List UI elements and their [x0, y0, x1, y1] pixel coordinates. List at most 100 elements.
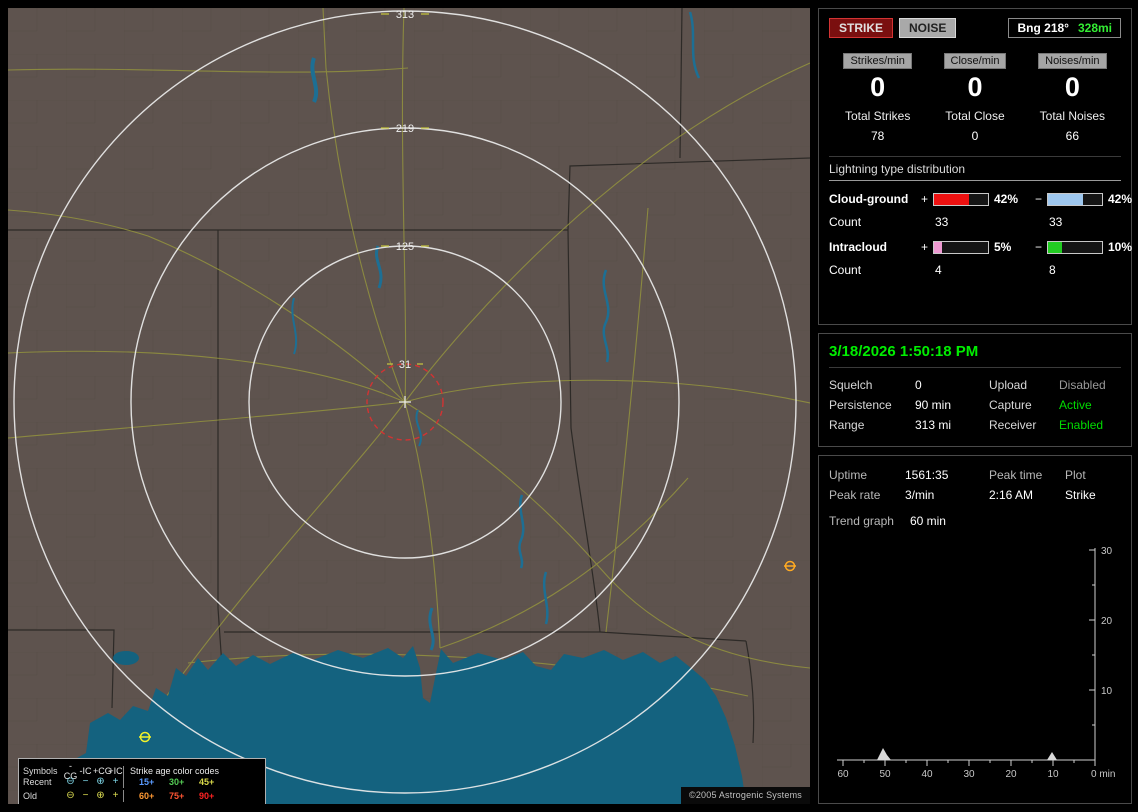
cloud-ground-label: Cloud-ground: [829, 192, 909, 206]
uptime-row: Uptime 1561:35 Peak time Plot: [829, 465, 1121, 485]
range-label: Range: [829, 418, 865, 432]
x-tick-60: 60: [837, 769, 849, 780]
ic-pos-icon: +: [112, 776, 119, 787]
ring-label-31: 31: [399, 359, 411, 371]
age-code-15: 15+: [139, 777, 155, 787]
total-close-label: Total Close: [945, 109, 1005, 123]
receiver-label: Receiver: [989, 418, 1037, 432]
trend-graph-bg: [829, 540, 1123, 786]
ic-neg-icon: −: [82, 790, 89, 801]
cg-negative-pct: 42%: [1108, 192, 1133, 206]
close-per-min-value: 0: [967, 72, 983, 102]
legend-symbols-title: Symbols: [23, 766, 58, 776]
legend-col-neg-ic: -IC: [79, 766, 92, 776]
cg-positive-bar: [933, 192, 989, 206]
x-tick-20: 20: [1005, 769, 1017, 780]
range-value: 313 mi: [915, 418, 952, 432]
ring-label-219: 219: [396, 123, 414, 135]
plus-sign: +: [921, 240, 929, 254]
close-per-min-column: Close/min 0 Total Close 0: [926, 51, 1023, 143]
cloud-ground-row: Cloud-ground + 42% − 42%: [829, 192, 1132, 206]
ic-neg-icon: −: [82, 776, 89, 787]
total-noises-value: 66: [1065, 129, 1079, 143]
distribution-title: Lightning type distribution: [829, 162, 1121, 181]
ic-positive-pct: 5%: [994, 240, 1012, 254]
legend-old-row: Old ⊖ − ⊕ + 60+ 75+ 90+: [23, 789, 261, 803]
legend-header-row: Symbols -CG -IC +CG +IC Strike age color…: [23, 761, 261, 781]
strikes-per-min-chip: Strikes/min: [843, 53, 912, 69]
minus-sign: −: [1035, 192, 1043, 206]
x-tick-50: 50: [879, 769, 891, 780]
squelch-value: 0: [915, 378, 922, 392]
noises-per-min-column: Noises/min 0 Total Noises 66: [1024, 51, 1121, 143]
peak-time-value: 2:16 AM: [989, 488, 1034, 502]
cloud-ground-count-row: Count 33 33: [829, 215, 1121, 229]
strike-stats-panel: STRIKE NOISE Bng 218° 328mi Strikes/min …: [818, 8, 1132, 325]
x-tick-0-min: 0 min: [1091, 769, 1115, 780]
receiver-status: Enabled: [1059, 418, 1104, 432]
cg-positive-count: 33: [935, 215, 949, 229]
total-strikes-value: 78: [870, 129, 885, 143]
total-strikes-label: Total Strikes: [844, 109, 911, 123]
strikes-per-min-column: Strikes/min 0 Total Strikes 78: [829, 51, 926, 143]
bearing-range-value: 328mi: [1077, 21, 1112, 35]
legend-col-pos-ic: +IC: [108, 766, 123, 776]
age-code-75: 75+: [169, 791, 185, 801]
ic-positive-bar: [933, 240, 989, 254]
bearing-value: Bng 218°: [1017, 21, 1069, 35]
plot-value: Strike: [1065, 488, 1096, 502]
uptime-label: Uptime: [829, 468, 868, 482]
trend-graph-label: Trend graph: [829, 514, 894, 528]
noises-per-min-value: 0: [1064, 72, 1080, 102]
lightning-distribution-section: Lightning type distribution Cloud-ground…: [829, 156, 1132, 277]
cg-neg-icon: ⊖: [66, 776, 75, 787]
trend-panel: Uptime 1561:35 Peak time Plot Peak rate …: [818, 455, 1132, 804]
plus-sign: +: [921, 192, 929, 206]
ic-negative-bar: [1047, 240, 1103, 254]
x-tick-40: 40: [921, 769, 933, 780]
cg-negative-bar: [1047, 192, 1103, 206]
capture-label: Capture: [989, 398, 1032, 412]
legend-recent-row: Recent ⊖ − ⊕ + 15+ 30+ 45+: [23, 775, 261, 789]
ic-negative-pct: 10%: [1108, 240, 1133, 254]
legend-age-title: Strike age color codes: [123, 766, 227, 776]
mode-toolbar: STRIKE NOISE Bng 218° 328mi: [829, 18, 1121, 38]
count-label: Count: [829, 263, 862, 277]
age-code-60: 60+: [139, 791, 155, 801]
persistence-label: Persistence: [829, 398, 892, 412]
trend-graph: 30 20 10 60 50 40 30 20 10 0 min: [829, 540, 1123, 786]
uptime-value: 1561:35: [905, 468, 949, 482]
legend-divider: [123, 776, 133, 788]
status-row-squelch: Squelch 0 Upload Disabled: [829, 375, 1121, 395]
sidebar: STRIKE NOISE Bng 218° 328mi Strikes/min …: [818, 8, 1132, 804]
minus-sign: −: [1035, 240, 1043, 254]
copyright-text: ©2005 Astrogenic Systems: [681, 787, 810, 804]
upload-status: Disabled: [1059, 378, 1106, 392]
persistence-value: 90 min: [915, 398, 952, 412]
trend-graph-window: 60 min: [909, 514, 946, 528]
cg-pos-icon: ⊕: [96, 790, 105, 801]
strike-mode-button[interactable]: STRIKE: [829, 18, 894, 38]
status-row-persistence: Persistence 90 min Capture Active: [829, 395, 1121, 415]
intracloud-label: Intracloud: [829, 240, 888, 254]
peak-time-label: Peak time: [989, 468, 1043, 482]
ic-positive-count: 4: [935, 263, 942, 277]
cg-negative-count: 33: [1049, 215, 1063, 229]
lightning-map[interactable]: 313 219 125 31 Symbols -CG -IC +CG +IC S…: [8, 8, 810, 804]
peak-rate-label: Peak rate: [829, 488, 881, 502]
age-code-90: 90+: [199, 791, 215, 801]
capture-status: Active: [1059, 398, 1092, 412]
legend-divider: [123, 790, 133, 802]
current-datetime: 3/18/2026 1:50:18 PM: [829, 343, 1121, 368]
x-tick-10: 10: [1047, 769, 1059, 780]
legend-recent-label: Recent: [23, 777, 52, 787]
intracloud-count-row: Count 4 8: [829, 263, 1121, 277]
status-panel: 3/18/2026 1:50:18 PM Squelch 0 Upload Di…: [818, 333, 1132, 447]
peak-rate-row: Peak rate 3/min 2:16 AM Strike: [829, 485, 1121, 505]
ic-negative-count: 8: [1049, 263, 1056, 277]
y-tick-20: 20: [1101, 616, 1113, 627]
age-code-30: 30+: [169, 777, 185, 787]
noise-mode-button[interactable]: NOISE: [899, 18, 957, 38]
legend-col-pos-cg: +CG: [93, 766, 112, 776]
cg-positive-pct: 42%: [994, 192, 1019, 206]
